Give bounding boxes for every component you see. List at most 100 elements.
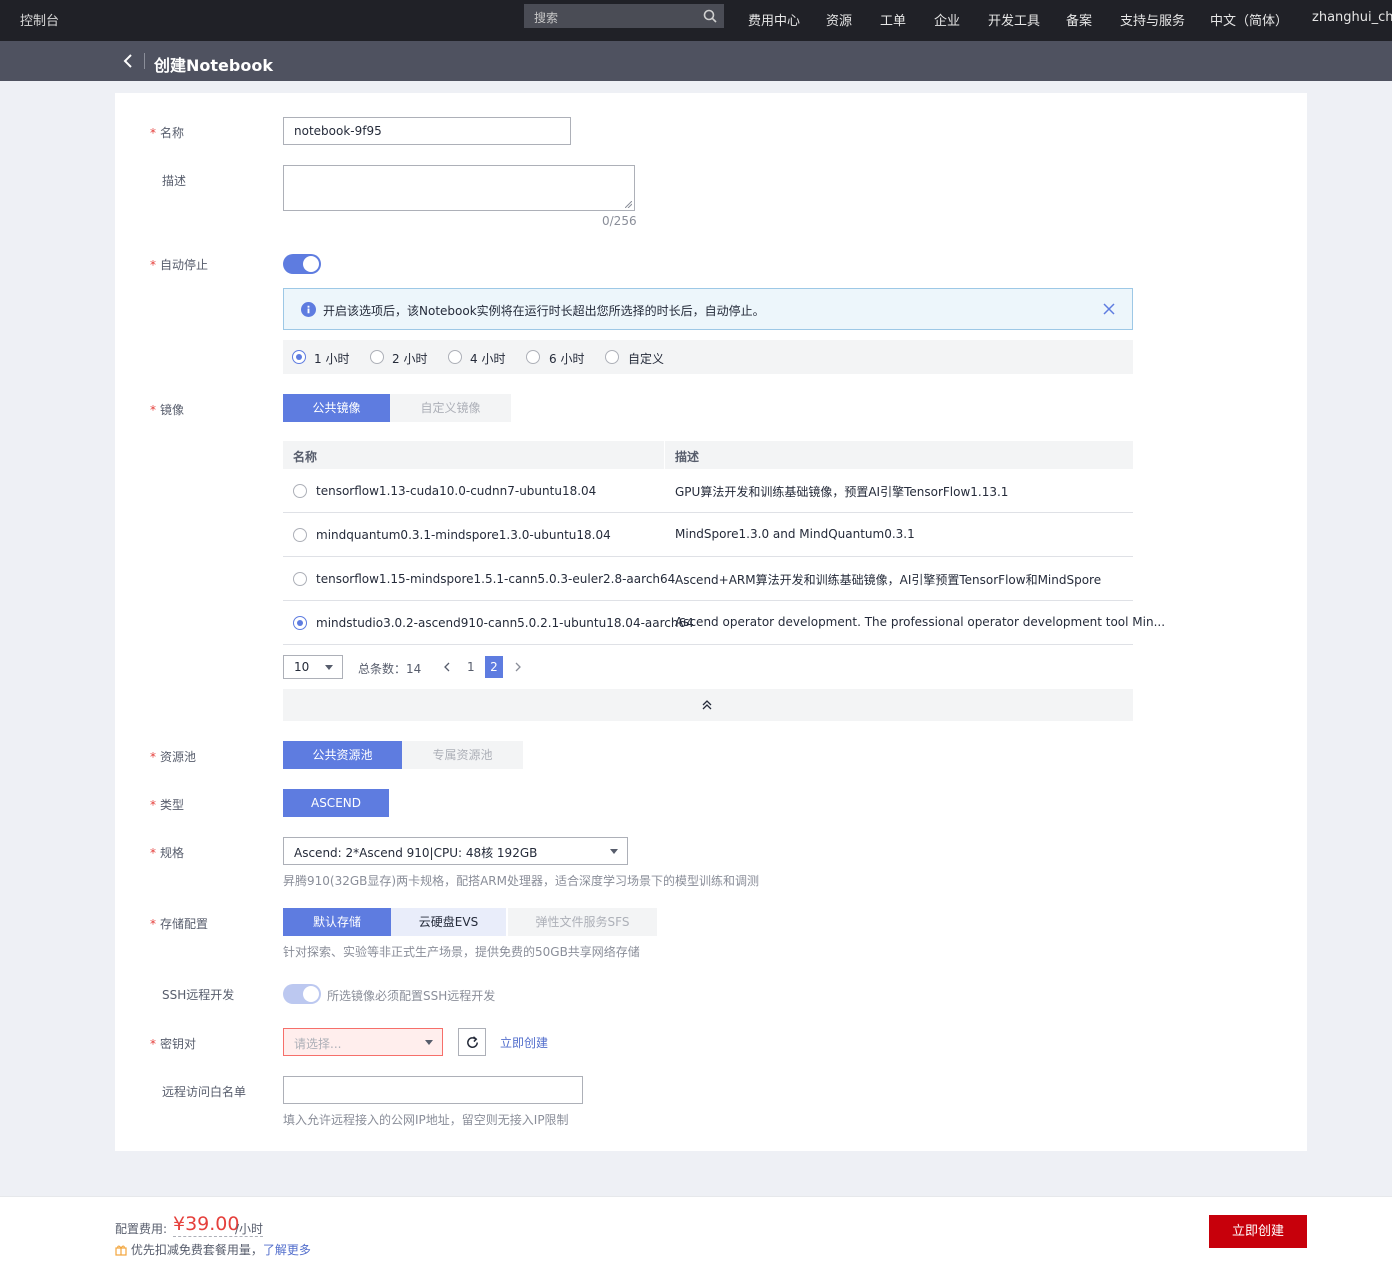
image-name: tensorflow1.13-cuda10.0-cudnn7-ubuntu18.…: [316, 484, 597, 498]
table-row[interactable]: mindstudio3.0.2-ascend910-cann5.0.2.1-ub…: [283, 601, 1165, 645]
auto-stop-duration-options: 1 小时 2 小时 4 小时 6 小时 自定义: [283, 340, 1133, 374]
global-search-box[interactable]: 搜索: [524, 4, 724, 28]
nav-billing-center[interactable]: 费用中心: [748, 10, 800, 29]
spec-select[interactable]: Ascend: 2*Ascend 910|CPU: 48核 192GB: [283, 837, 628, 865]
type-label: * 类型: [150, 798, 185, 812]
page-title: 创建Notebook: [154, 56, 273, 75]
type-ascend-button[interactable]: ASCEND: [283, 789, 389, 817]
radio-6-hours[interactable]: [526, 350, 540, 364]
refresh-icon: [467, 1036, 478, 1048]
radio-2-hours[interactable]: [370, 350, 384, 364]
search-icon[interactable]: [702, 8, 718, 24]
spec-help-text: 昇腾910(32GB显存)两卡规格，配搭ARM处理器，适合深度学习场景下的模型训…: [283, 874, 759, 888]
radio-custom-label[interactable]: 自定义: [628, 350, 664, 367]
resource-pool-label: * 资源池: [150, 750, 197, 764]
back-arrow-icon[interactable]: [120, 52, 136, 70]
image-name: mindstudio3.0.2-ascend910-cann5.0.2.1-ub…: [316, 616, 694, 630]
fee-price: ¥39.00: [173, 1213, 240, 1235]
collapse-table-bar[interactable]: [283, 689, 1133, 721]
ssh-note: 所选镜像必须配置SSH远程开发: [327, 989, 496, 1003]
info-text: 开启该选项后，该Notebook实例将在运行时长超出您所选择的时长后，自动停止。: [323, 304, 765, 318]
table-row[interactable]: tensorflow1.15-mindspore1.5.1-cann5.0.3-…: [283, 557, 1133, 601]
console-link[interactable]: 控制台: [20, 10, 59, 29]
table-row[interactable]: mindquantum0.3.1-mindspore1.3.0-ubuntu18…: [283, 513, 1133, 557]
footer-bar: 配置费用: ¥39.00 /小时 优先扣减免费套餐用量，了解更多 立即创建: [0, 1196, 1392, 1267]
header-divider: [144, 53, 145, 69]
auto-stop-info-banner: 开启该选项后，该Notebook实例将在运行时长超出您所选择的时长后，自动停止。: [283, 288, 1133, 330]
image-description: Ascend+ARM算法开发和训练基础镜像，AI引擎预置TensorFlow和M…: [675, 573, 1102, 587]
whitelist-input[interactable]: [283, 1076, 583, 1104]
keypair-select[interactable]: 请选择...: [283, 1028, 443, 1056]
nav-enterprise[interactable]: 企业: [934, 10, 960, 29]
ssh-label: SSH远程开发: [162, 988, 235, 1002]
learn-more-link[interactable]: 了解更多: [263, 1243, 311, 1257]
user-account-menu[interactable]: zhanghui_chin: [1312, 10, 1392, 25]
storage-label: * 存储配置: [150, 917, 209, 931]
image-description: GPU算法开发和训练基础镜像，预置AI引擎TensorFlow1.13.1: [675, 485, 1009, 499]
nav-support[interactable]: 支持与服务: [1120, 10, 1185, 29]
image-description: Ascend operator development. The profess…: [675, 615, 1166, 629]
radio-4-hours[interactable]: [448, 350, 462, 364]
create-notebook-form: * 名称 notebook-9f95 描述 0/256 * 自动停止 开启该选项后，…: [115, 93, 1307, 1151]
image-label: * 镜像: [150, 403, 185, 417]
close-icon[interactable]: [1103, 303, 1115, 315]
table-header: 名称 描述: [283, 441, 1133, 469]
price-underline: [173, 1236, 263, 1237]
tab-dedicated-pool[interactable]: 专属资源池: [402, 741, 523, 769]
name-input[interactable]: notebook-9f95: [283, 117, 571, 145]
whitelist-help-text: 填入允许远程接入的公网IP地址，留空则无接入IP限制: [283, 1113, 569, 1127]
page-2-button-current[interactable]: 2: [485, 656, 503, 678]
page-size-value: 10: [294, 660, 310, 674]
required-asterisk: *: [150, 258, 156, 272]
toggle-knob: [303, 986, 319, 1002]
description-textarea[interactable]: [283, 165, 635, 211]
row-radio[interactable]: [293, 572, 307, 586]
create-keypair-link[interactable]: 立即创建: [500, 1034, 548, 1051]
required-asterisk: *: [150, 1037, 156, 1051]
fee-label: 配置费用:: [115, 1222, 168, 1236]
chevron-down-icon: [610, 849, 618, 854]
radio-1-hour-label[interactable]: 1 小时: [314, 350, 349, 367]
language-switcher[interactable]: 中文（简体）: [1210, 10, 1288, 29]
tab-public-pool[interactable]: 公共资源池: [283, 741, 402, 769]
tab-sfs-storage[interactable]: 弹性文件服务SFS: [508, 908, 657, 936]
radio-1-hour[interactable]: [292, 350, 306, 364]
storage-help-text: 针对探索、实验等非正式生产场景，提供免费的50GB共享网络存储: [283, 945, 640, 959]
page-1-button[interactable]: 1: [467, 660, 475, 674]
tab-custom-image[interactable]: 自定义镜像: [390, 394, 511, 422]
create-now-button[interactable]: 立即创建: [1209, 1215, 1307, 1248]
auto-stop-label: * 自动停止: [150, 258, 209, 272]
nav-resources[interactable]: 资源: [826, 10, 852, 29]
required-asterisk: *: [150, 917, 156, 931]
table-row[interactable]: tensorflow1.13-cuda10.0-cudnn7-ubuntu18.…: [283, 469, 1133, 513]
radio-6-hours-label[interactable]: 6 小时: [549, 350, 584, 367]
refresh-button[interactable]: [458, 1028, 486, 1056]
radio-4-hours-label[interactable]: 4 小时: [470, 350, 505, 367]
nav-tickets[interactable]: 工单: [880, 10, 906, 29]
row-radio-selected[interactable]: [293, 616, 307, 630]
tab-evs-storage[interactable]: 云硬盘EVS: [391, 908, 506, 936]
page-header: 创建Notebook: [0, 41, 1392, 81]
toggle-knob: [303, 256, 319, 272]
image-description: MindSpore1.3.0 and MindQuantum0.3.1: [675, 527, 915, 541]
nav-dev-tools[interactable]: 开发工具: [988, 10, 1040, 29]
resize-handle-icon[interactable]: [625, 201, 632, 208]
double-chevron-up-icon[interactable]: [701, 699, 713, 711]
row-radio[interactable]: [293, 528, 307, 542]
required-asterisk: *: [150, 750, 156, 764]
auto-stop-toggle[interactable]: [283, 254, 321, 274]
chevron-left-icon[interactable]: [442, 661, 452, 673]
nav-filing[interactable]: 备案: [1066, 10, 1092, 29]
radio-custom[interactable]: [605, 350, 619, 364]
tab-default-storage[interactable]: 默认存储: [283, 908, 391, 936]
required-asterisk: *: [150, 126, 156, 140]
tab-public-image[interactable]: 公共镜像: [283, 394, 390, 422]
page-size-select[interactable]: 10: [283, 655, 343, 679]
column-header-description: 描述: [675, 450, 700, 464]
row-radio[interactable]: [293, 484, 307, 498]
radio-2-hours-label[interactable]: 2 小时: [392, 350, 427, 367]
keypair-label: * 密钥对: [150, 1037, 197, 1051]
column-separator: [664, 441, 665, 469]
required-asterisk: *: [150, 846, 156, 860]
chevron-right-icon[interactable]: [513, 661, 523, 673]
